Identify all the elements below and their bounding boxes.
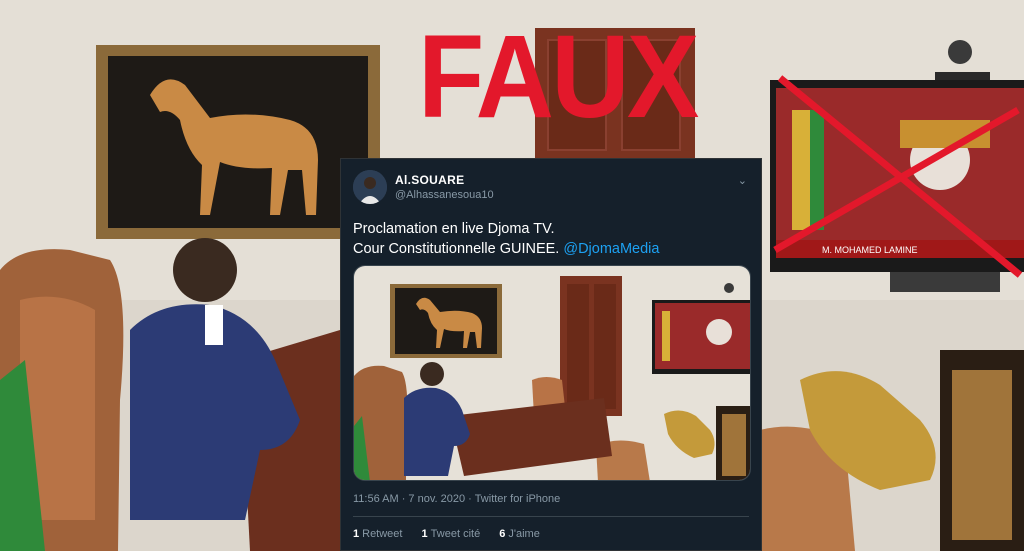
like-count[interactable]: 6 J'aime [499, 528, 540, 540]
tweet-media-image[interactable] [353, 265, 751, 481]
tweet-text-line-2: Cour Constitutionnelle GUINEE. @DjomaMed… [353, 239, 753, 259]
tweet-text-line-1: Proclamation en live Djoma TV. [353, 221, 555, 237]
mention-link[interactable]: @DjomaMedia [563, 241, 659, 257]
tv-caption-text: M. MOHAMED LAMINE [822, 245, 918, 255]
retweet-count[interactable]: 1 Retweet [353, 528, 402, 540]
author-handle[interactable]: @Alhassanesoua10 [395, 189, 494, 201]
retweet-count-label: Retweet [362, 528, 403, 540]
tweet-timestamp[interactable]: 11:56 AM · 7 nov. 2020 · Twitter for iPh… [353, 493, 560, 505]
retweet-count-value: 1 [353, 528, 360, 540]
tweet-card: Al.SOUARE @Alhassanesoua10 ⌄ Proclamatio… [340, 158, 762, 551]
tweet-text: Proclamation en live Djoma TV. Cour Cons… [353, 219, 753, 259]
author-name[interactable]: Al.SOUARE [395, 173, 464, 187]
like-count-label: J'aime [508, 528, 540, 540]
faux-label: FAUX [418, 11, 699, 143]
like-count-value: 6 [499, 528, 506, 540]
divider [353, 516, 749, 517]
quote-tweet-count-label: Tweet cité [430, 528, 481, 540]
avatar[interactable] [353, 170, 387, 204]
tweet-stats: 1 Retweet 1 Tweet cité 6 J'aime [353, 528, 556, 540]
quote-tweet-count-value: 1 [421, 528, 428, 540]
tweet-header: Al.SOUARE @Alhassanesoua10 ⌄ [353, 169, 751, 209]
quote-tweet-count[interactable]: 1 Tweet cité [422, 528, 481, 540]
chevron-down-icon[interactable]: ⌄ [738, 174, 747, 187]
tweet-text-line-2-body: Cour Constitutionnelle GUINEE. [353, 241, 560, 257]
